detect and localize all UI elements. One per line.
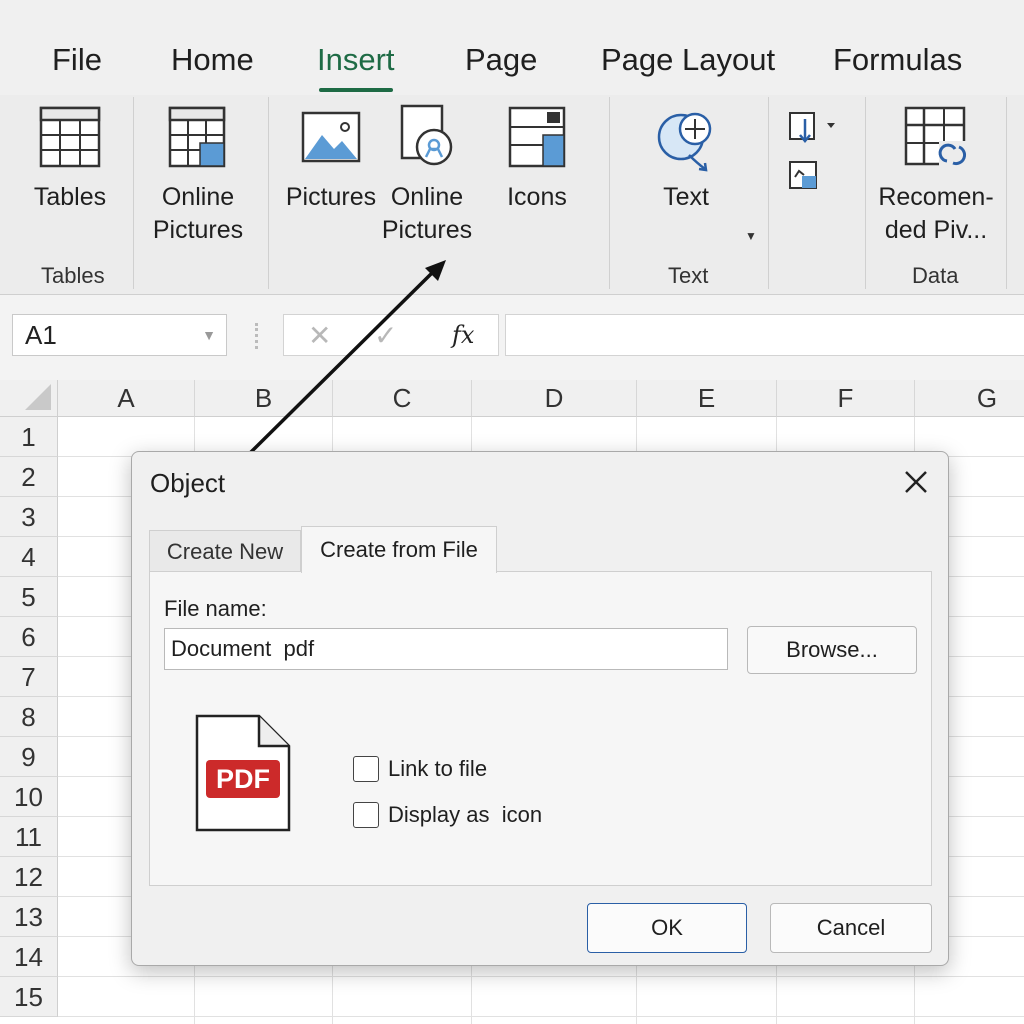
create-from-file-panel: File name: Browse... PDF Link to file Di… — [149, 571, 932, 886]
row-header[interactable]: 2 — [0, 457, 58, 497]
ribbon-separator — [1006, 97, 1007, 289]
file-name-input[interactable] — [164, 628, 728, 670]
row-header[interactable]: 6 — [0, 617, 58, 657]
grid-row-line — [58, 1016, 1024, 1017]
column-header[interactable]: E — [637, 380, 777, 417]
grid-row-line — [58, 976, 1024, 977]
enter-check-icon[interactable]: ✓ — [374, 319, 397, 352]
pdf-badge: PDF — [206, 760, 280, 798]
shape-button-icon[interactable] — [787, 159, 821, 193]
text-button[interactable]: Text — [640, 107, 732, 214]
tab-page-layout[interactable]: Page Layout — [601, 42, 775, 78]
pictures-button[interactable]: Pictures — [283, 105, 379, 214]
cancel-x-icon[interactable]: ✕ — [308, 319, 331, 352]
pivot-table-icon — [904, 106, 969, 167]
icons-label: Icons — [507, 183, 567, 211]
row-header[interactable]: 3 — [0, 497, 58, 537]
column-header[interactable]: A — [58, 380, 195, 417]
ribbon-separator — [865, 97, 866, 289]
text-label: Text — [663, 183, 709, 211]
ok-button[interactable]: OK — [587, 903, 747, 953]
pictures-label: Pictures — [285, 183, 377, 211]
link-to-file-option[interactable]: Link to file — [353, 755, 487, 783]
ribbon-separator — [768, 97, 769, 289]
row-header[interactable]: 4 — [0, 537, 58, 577]
name-box-dropdown-icon[interactable]: ▼ — [202, 315, 216, 355]
column-header[interactable]: D — [472, 380, 637, 417]
tables-button[interactable]: Tables — [25, 105, 115, 214]
tab-formulas[interactable]: Formulas — [833, 42, 962, 78]
dialog-title: Object — [150, 468, 226, 498]
ribbon-separator — [133, 97, 134, 289]
tables-label: Tables — [33, 183, 107, 211]
table-icon — [39, 106, 101, 168]
ribbon-tab-bar: File Home Insert Page Page Layout Formul… — [0, 0, 1024, 95]
ribbon-separator — [268, 97, 269, 289]
group-label-data: Data — [912, 263, 959, 288]
text-shape-icon — [657, 112, 712, 172]
row-header[interactable]: 5 — [0, 577, 58, 617]
picture-icon — [301, 111, 361, 163]
online-pictures-label-2: Online — [390, 183, 464, 211]
link-to-file-label: Link to file — [388, 756, 488, 781]
ribbon: Tables Online Pictures Pictures Online P… — [0, 95, 1024, 295]
link-button-icon[interactable] — [787, 109, 847, 145]
online-pictures-label-1: Online — [161, 183, 235, 211]
table-picture-icon — [168, 106, 226, 168]
tab-insert[interactable]: Insert — [317, 42, 395, 92]
recommended-pivot-button[interactable]: Recomen- ded Piv... — [872, 105, 1000, 247]
row-header[interactable]: 15 — [0, 977, 58, 1017]
close-icon[interactable] — [900, 466, 932, 498]
row-header[interactable]: 9 — [0, 737, 58, 777]
row-header[interactable]: 14 — [0, 937, 58, 977]
cancel-button[interactable]: Cancel — [770, 903, 932, 953]
online-picture-icon — [400, 104, 453, 166]
row-header[interactable]: 1 — [0, 417, 58, 457]
object-dialog: Object Create New Create from File File … — [131, 451, 949, 966]
formula-bar-grip-icon[interactable] — [255, 323, 259, 349]
tab-file[interactable]: File — [52, 42, 102, 78]
online-pictures-button-1[interactable]: Online Pictures — [148, 105, 248, 247]
name-box[interactable]: A1 ▼ — [12, 314, 227, 356]
row-header[interactable]: 12 — [0, 857, 58, 897]
tab-home[interactable]: Home — [171, 42, 254, 78]
column-header[interactable]: F — [777, 380, 915, 417]
online-pictures-label-1b: Pictures — [152, 216, 244, 244]
link-to-file-checkbox[interactable] — [353, 756, 379, 782]
insert-function-icon[interactable]: fx — [452, 321, 474, 349]
icons-button[interactable]: Icons — [497, 105, 577, 214]
row-header[interactable]: 7 — [0, 657, 58, 697]
column-header[interactable]: B — [195, 380, 333, 417]
formula-bar: A1 ▼ ✕ ✓ fx — [0, 295, 1024, 380]
column-header[interactable]: G — [915, 380, 1024, 417]
recommended-label-1: Recomen- — [878, 183, 994, 211]
select-all-corner[interactable] — [0, 380, 58, 417]
name-box-value: A1 — [25, 320, 57, 350]
row-header[interactable]: 13 — [0, 897, 58, 937]
row-header[interactable]: 10 — [0, 777, 58, 817]
browse-button[interactable]: Browse... — [747, 626, 917, 674]
formula-buttons: ✕ ✓ fx — [283, 314, 499, 356]
group-label-tables: Tables — [41, 263, 105, 288]
display-as-icon-checkbox[interactable] — [353, 802, 379, 828]
recommended-label-2: ded Piv... — [884, 216, 988, 244]
formula-input[interactable] — [505, 314, 1024, 356]
text-dropdown-caret-icon[interactable]: ▼ — [745, 229, 757, 243]
icons-icon — [508, 106, 566, 168]
online-pictures-button-2[interactable]: Online Pictures — [380, 103, 474, 247]
ribbon-separator — [609, 97, 610, 289]
row-header[interactable]: 11 — [0, 817, 58, 857]
online-pictures-label-2b: Pictures — [381, 216, 473, 244]
column-header[interactable]: C — [333, 380, 472, 417]
file-name-label: File name: — [164, 596, 267, 621]
tab-create-new[interactable]: Create New — [149, 530, 301, 572]
row-header[interactable]: 8 — [0, 697, 58, 737]
tab-page[interactable]: Page — [465, 42, 537, 78]
display-as-icon-label: Display as icon — [388, 802, 543, 827]
display-as-icon-option[interactable]: Display as icon — [353, 801, 542, 829]
tab-create-from-file[interactable]: Create from File — [301, 526, 497, 573]
group-label-text: Text — [668, 263, 709, 288]
